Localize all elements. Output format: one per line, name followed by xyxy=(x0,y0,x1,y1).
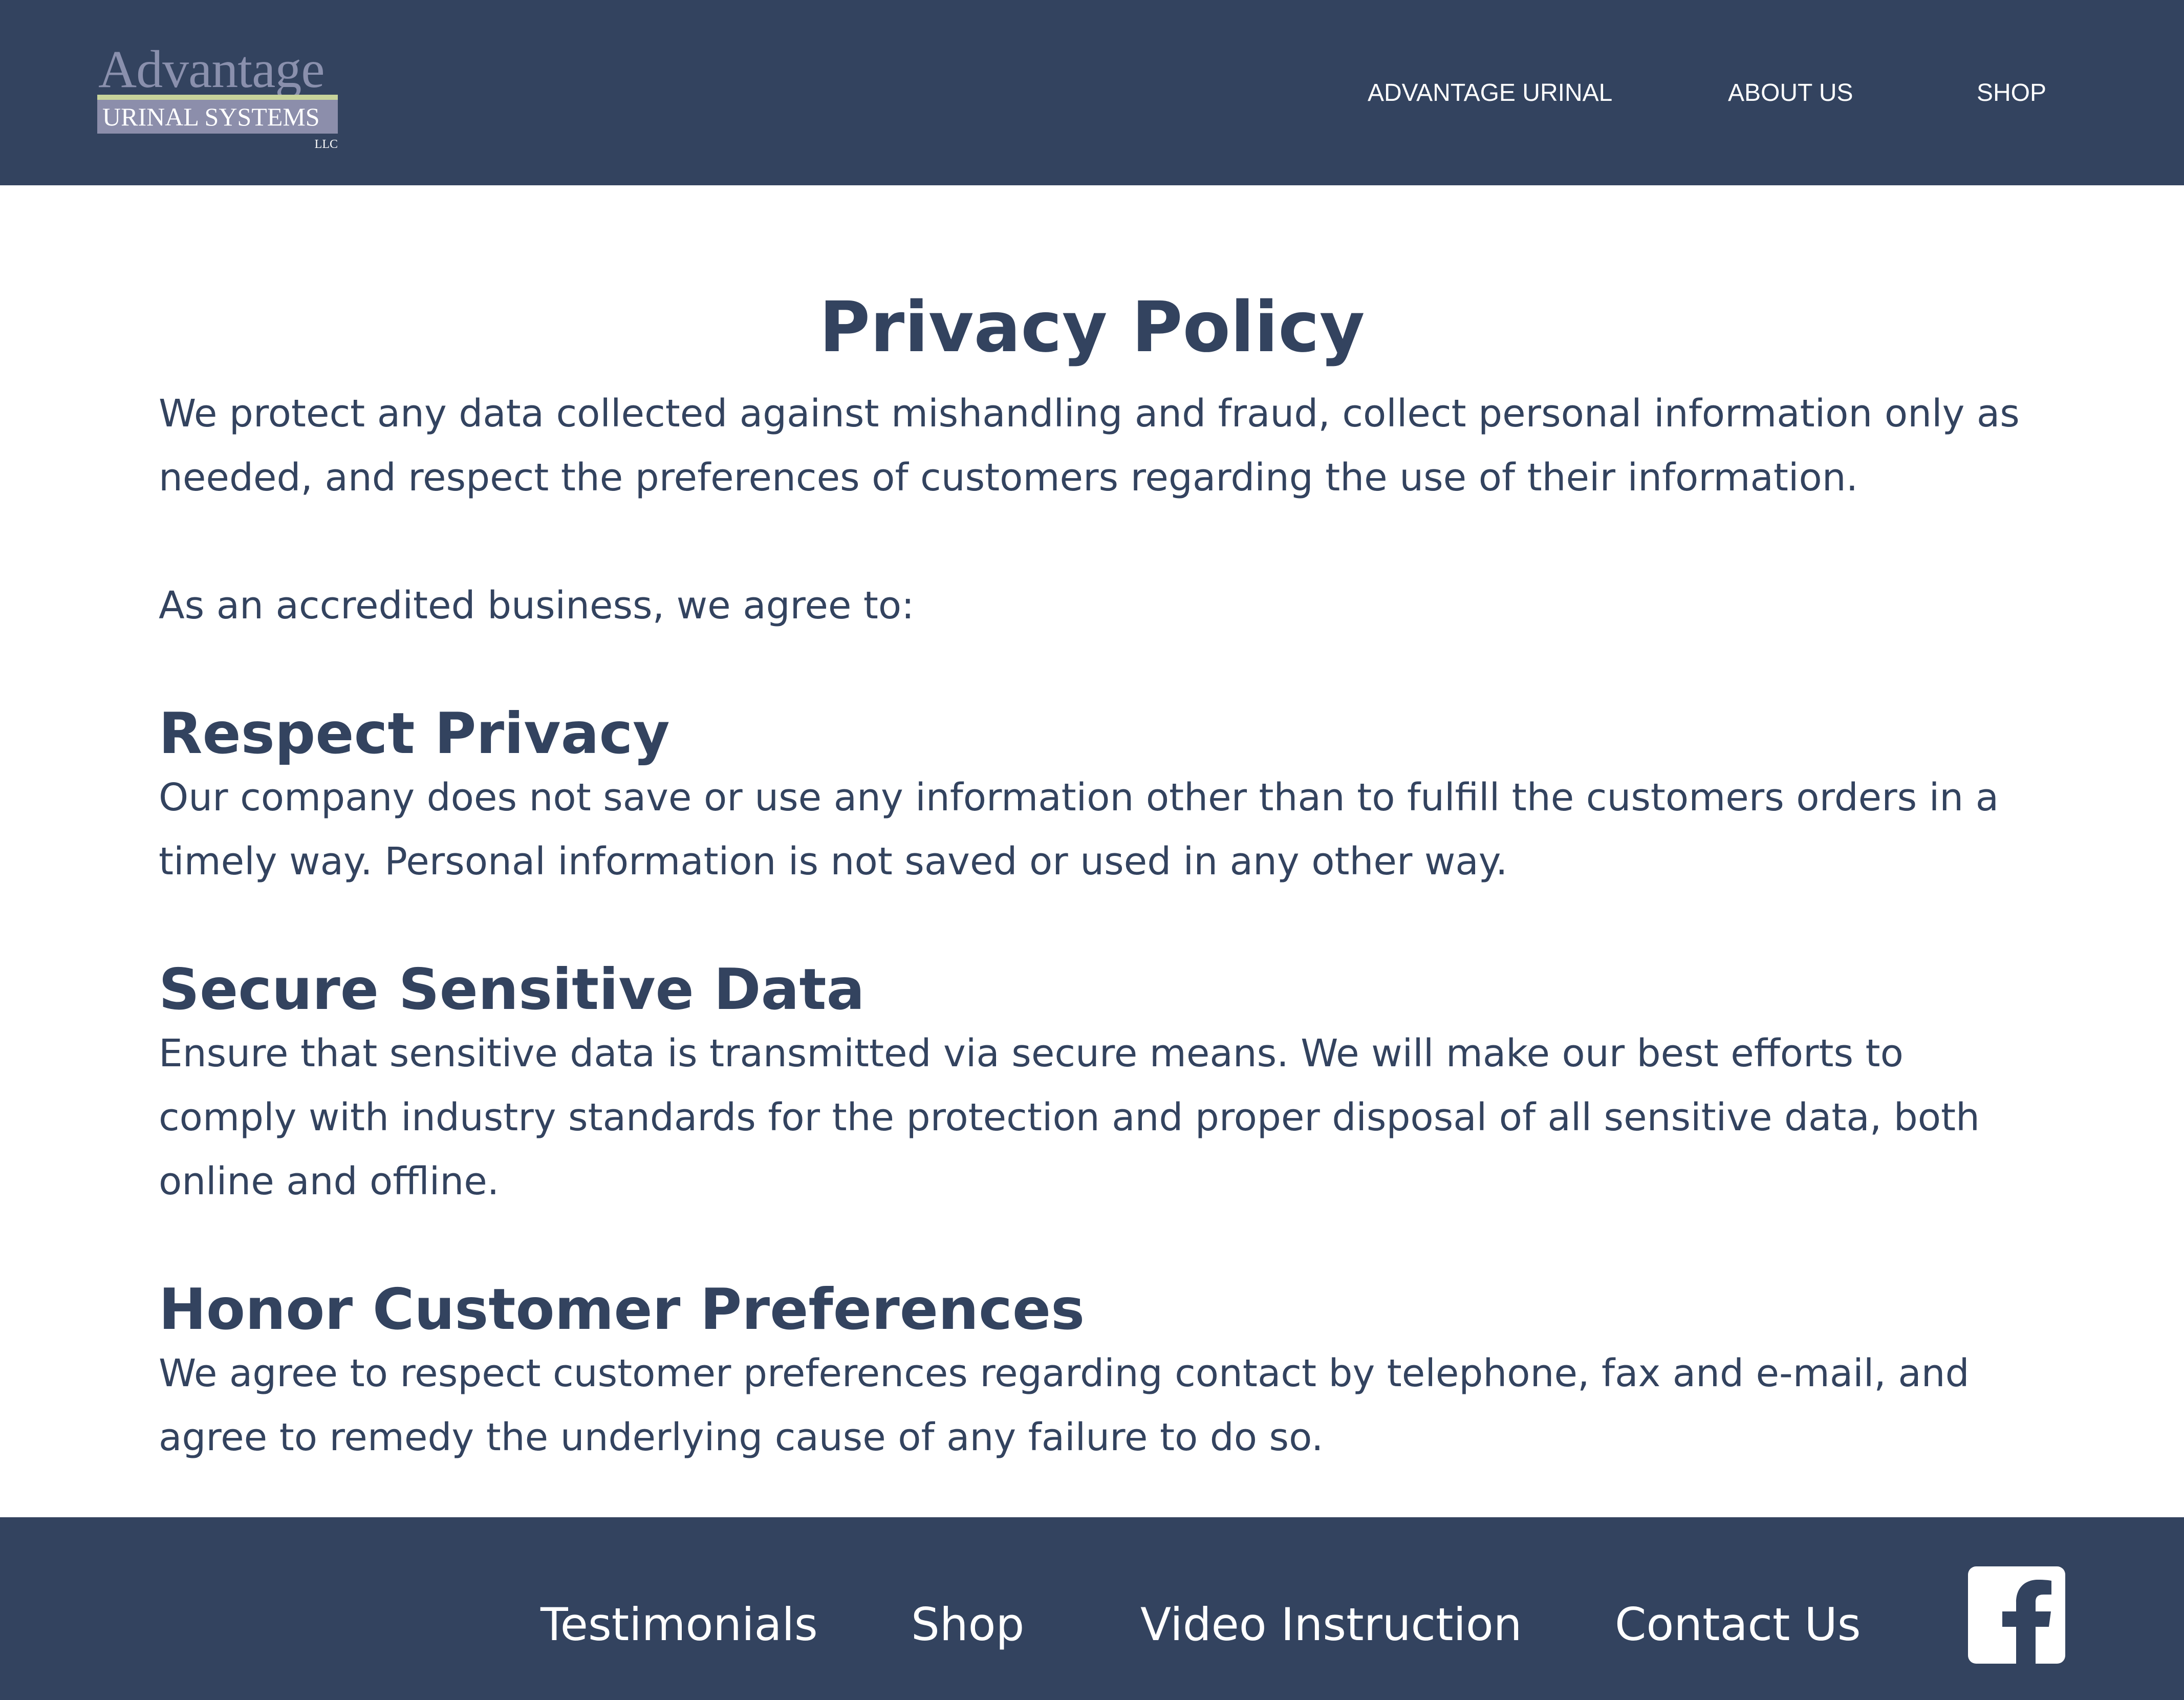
nav-about-us[interactable]: ABOUT US xyxy=(1728,0,1853,185)
footer-link-shop[interactable]: Shop xyxy=(911,1602,1024,1647)
agreement-lead: As an accredited business, we agree to: xyxy=(159,584,915,628)
nav-shop[interactable]: SHOP xyxy=(1977,0,2046,185)
privacy-policy-page: Advantage URINAL SYSTEMS LLC ADVANTAGE U… xyxy=(0,0,2184,1700)
facebook-icon[interactable] xyxy=(1968,1566,2065,1664)
section-body-customer-preferences: We agree to respect customer preferences… xyxy=(159,1351,1970,1459)
site-header: Advantage URINAL SYSTEMS LLC ADVANTAGE U… xyxy=(0,0,2184,185)
footer-link-video-instruction[interactable]: Video Instruction xyxy=(1140,1602,1522,1647)
footer-link-contact-us[interactable]: Contact Us xyxy=(1615,1602,1861,1647)
logo-llc: LLC xyxy=(314,138,338,151)
section-heading-respect-privacy: Respect Privacy xyxy=(159,701,670,767)
logo-wordmark: Advantage xyxy=(98,40,325,99)
section-heading-secure-data: Secure Sensitive Data xyxy=(159,957,865,1023)
policy-content: We protect any data collected against mi… xyxy=(159,382,2027,1470)
page-title: Privacy Policy xyxy=(819,287,1365,369)
logo-subtitle: URINAL SYSTEMS xyxy=(102,102,320,131)
footer-link-testimonials[interactable]: Testimonials xyxy=(540,1602,818,1647)
intro-paragraph: We protect any data collected against mi… xyxy=(159,392,2020,500)
section-body-respect-privacy: Our company does not save or use any inf… xyxy=(159,776,1999,884)
logo-green-rule xyxy=(97,95,338,100)
site-logo[interactable]: Advantage URINAL SYSTEMS LLC xyxy=(97,43,341,156)
logo-subtitle-box: URINAL SYSTEMS xyxy=(97,100,338,134)
nav-advantage-urinal[interactable]: ADVANTAGE URINAL xyxy=(1368,0,1612,185)
section-body-secure-data: Ensure that sensitive data is transmitte… xyxy=(159,1031,1980,1203)
section-heading-customer-preferences: Honor Customer Preferences xyxy=(159,1277,1085,1343)
